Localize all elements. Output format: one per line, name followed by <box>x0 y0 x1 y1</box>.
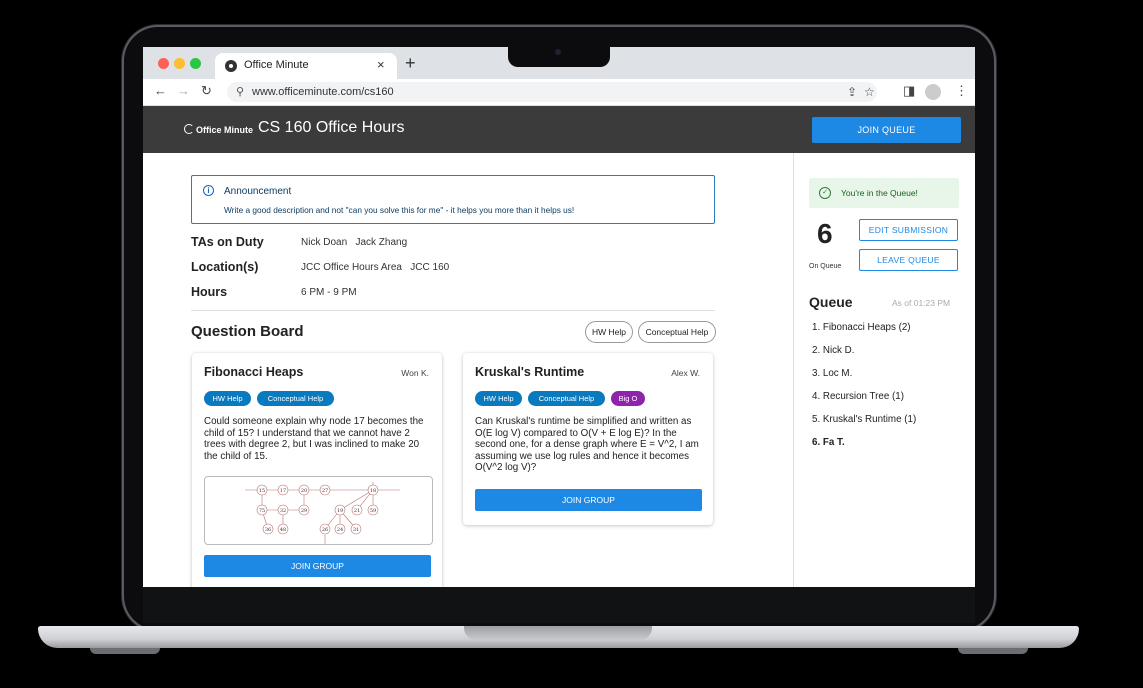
app-header: Office Minute CS 160 Office Hours JOIN Q… <box>143 106 975 153</box>
queue-sidebar: ✓ You're in the Queue! 6 On Queue EDIT S… <box>793 153 975 587</box>
chrome-icon <box>225 60 237 72</box>
queue-item-current-user[interactable]: 6. Fa T. <box>812 437 845 448</box>
tag-hw-help: HW Help <box>475 391 522 406</box>
queue-item[interactable]: 3. Loc M. <box>812 368 852 379</box>
heap-node-label: 59 <box>370 508 376 514</box>
card-body: Could someone explain why node 17 become… <box>204 416 424 462</box>
address-bar: ← → ↻ ⚲ www.officeminute.com/cs160 ⇪ ☆ ◨… <box>143 79 975 106</box>
fibonacci-heap-diagram: 15 17 20 27 18 75 32 29 19 21 59 36 48 26 24 31 <box>204 476 433 545</box>
location-label: Location(s) <box>191 260 259 274</box>
profile-avatar-icon[interactable] <box>925 84 941 100</box>
heap-node-label: 36 <box>265 527 271 533</box>
location-value: JCC Office Hours Area JCC 160 <box>301 262 450 273</box>
heap-node-label: 29 <box>301 508 307 514</box>
forward-arrow-icon[interactable]: → <box>177 83 190 98</box>
announcement-title: Announcement <box>224 186 292 197</box>
heap-node-label: 18 <box>370 488 376 494</box>
in-queue-status: ✓ You're in the Queue! <box>809 178 959 208</box>
heap-tree-svg: 15 17 20 27 18 75 32 29 19 21 59 36 48 26 24 31 <box>245 482 400 544</box>
card-author: Alex W. <box>671 368 700 378</box>
heap-node-label: 15 <box>259 488 265 494</box>
laptop-foot <box>90 648 160 654</box>
maximize-window-button[interactable] <box>190 58 201 69</box>
card-title: Kruskal's Runtime <box>475 365 585 379</box>
queue-item[interactable]: 5. Kruskal's Runtime (1) <box>812 414 916 425</box>
question-board-title: Question Board <box>191 323 304 340</box>
tag-conceptual-help: Conceptual Help <box>528 391 605 406</box>
queue-title: Queue <box>809 294 853 310</box>
queue-timestamp: As of 01:23 PM <box>892 298 951 308</box>
screen-bezel-bottom <box>143 587 975 623</box>
logo-icon <box>184 124 194 134</box>
question-card: Kruskal's Runtime Alex W. HW Help Concep… <box>463 353 713 525</box>
filter-chip-hw-help[interactable]: HW Help <box>585 321 633 343</box>
heap-node-label: 19 <box>337 508 343 514</box>
heap-node-label: 20 <box>301 488 307 494</box>
card-body: Can Kruskal's runtime be simplified and … <box>475 416 699 473</box>
minimize-window-button[interactable] <box>174 58 185 69</box>
queue-position-label: On Queue <box>809 263 842 270</box>
tag-big-o: Big O <box>611 391 645 406</box>
join-group-button[interactable]: JOIN GROUP <box>475 489 702 511</box>
tag-conceptual-help: Conceptual Help <box>257 391 334 406</box>
heap-node-label: 26 <box>322 527 328 533</box>
browser-tab[interactable]: Office Minute × <box>215 53 397 79</box>
search-icon: ⚲ <box>236 86 245 98</box>
card-author: Won K. <box>401 368 429 378</box>
heap-node-label: 24 <box>337 527 343 533</box>
queue-item[interactable]: 4. Recursion Tree (1) <box>812 391 904 402</box>
back-arrow-icon[interactable]: ← <box>154 83 167 98</box>
announcement-text: Write a good description and not "can yo… <box>224 205 575 215</box>
tag-hw-help: HW Help <box>204 391 251 406</box>
info-icon: i <box>203 185 214 196</box>
tab-title: Office Minute <box>244 59 309 71</box>
hours-value: 6 PM - 9 PM <box>301 287 357 298</box>
divider <box>191 310 715 311</box>
main-content: i Announcement Write a good description … <box>143 153 793 587</box>
close-tab-icon[interactable]: × <box>377 57 385 72</box>
heap-node-label: 17 <box>280 488 286 494</box>
camera-icon <box>555 49 561 55</box>
edit-submission-button[interactable]: EDIT SUBMISSION <box>859 219 958 241</box>
question-card: Fibonacci Heaps Won K. HW Help Conceptua… <box>192 353 442 587</box>
announcement-banner: i Announcement Write a good description … <box>191 175 715 224</box>
laptop-opening-notch <box>464 626 652 640</box>
url-text: www.officeminute.com/cs160 <box>252 86 394 98</box>
join-group-button[interactable]: JOIN GROUP <box>204 555 431 577</box>
heap-node-label: 27 <box>322 488 328 494</box>
queue-item[interactable]: 1. Fibonacci Heaps (2) <box>812 322 911 333</box>
heap-node-label: 32 <box>280 508 286 514</box>
check-circle-icon: ✓ <box>819 187 831 199</box>
tas-value: Nick Doan Jack Zhang <box>301 237 408 248</box>
heap-node-label: 21 <box>354 508 360 514</box>
card-title: Fibonacci Heaps <box>204 365 304 379</box>
url-input[interactable]: ⚲ www.officeminute.com/cs160 ⇪ ☆ <box>227 82 877 102</box>
join-queue-button[interactable]: JOIN QUEUE <box>812 117 961 143</box>
side-panel-icon[interactable]: ◨ <box>903 83 915 99</box>
browser-window: Office Minute × + ← → ↻ ⚲ www.officeminu… <box>143 47 975 587</box>
new-tab-button[interactable]: + <box>405 53 416 74</box>
status-text: You're in the Queue! <box>841 188 918 198</box>
heap-node-label: 31 <box>353 527 359 533</box>
tas-label: TAs on Duty <box>191 235 264 249</box>
laptop-foot <box>958 648 1028 654</box>
filter-chip-conceptual-help[interactable]: Conceptual Help <box>638 321 716 343</box>
logo-text: Office Minute <box>196 125 254 135</box>
leave-queue-button[interactable]: LEAVE QUEUE <box>859 249 958 271</box>
app-logo[interactable]: Office Minute <box>184 124 253 135</box>
bookmark-star-icon[interactable]: ☆ <box>864 85 875 99</box>
more-menu-icon[interactable]: ⋮ <box>955 83 968 99</box>
heap-node-label: 75 <box>259 508 265 514</box>
hours-label: Hours <box>191 285 228 299</box>
queue-position: 6 <box>817 218 833 249</box>
share-icon[interactable]: ⇪ <box>847 85 857 99</box>
close-window-button[interactable] <box>158 58 169 69</box>
page-title: CS 160 Office Hours <box>258 119 405 136</box>
reload-icon[interactable]: ↻ <box>201 83 212 99</box>
heap-node-label: 48 <box>280 527 286 533</box>
queue-item[interactable]: 2. Nick D. <box>812 345 854 356</box>
